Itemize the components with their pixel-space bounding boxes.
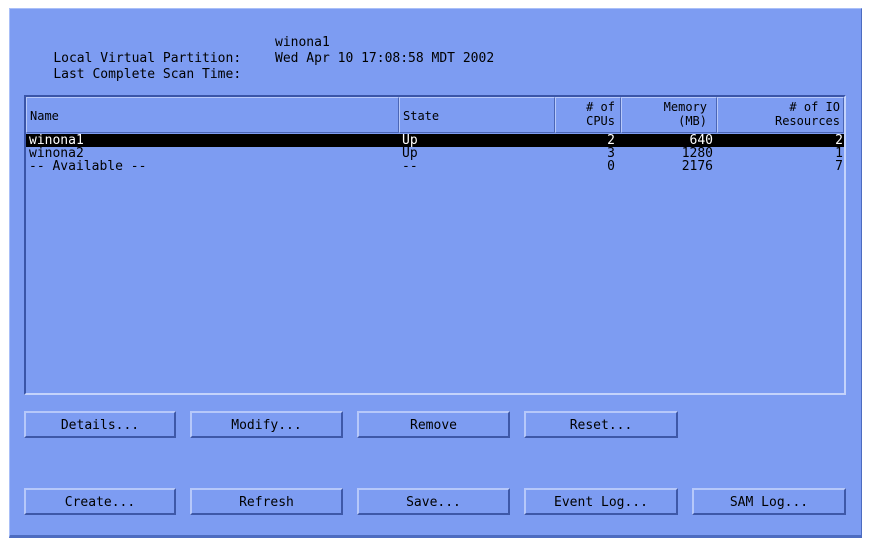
row-cpus: 0 xyxy=(607,159,615,174)
column-header-name[interactable]: Name xyxy=(26,97,399,133)
scan-time-value: Wed Apr 10 17:08:58 MDT 2002 xyxy=(275,51,495,66)
column-header-state[interactable]: State xyxy=(399,97,555,133)
row-memory: 2176 xyxy=(681,159,713,174)
column-name-label: Name xyxy=(30,109,59,123)
column-cpus-label-2: CPUs xyxy=(586,114,615,128)
sam-log-button[interactable]: SAM Log... xyxy=(692,488,846,515)
column-state-label: State xyxy=(403,109,440,123)
partition-table[interactable]: Name State # of CPUs Memory (MB) # of IO… xyxy=(24,95,846,395)
create-button[interactable]: Create... xyxy=(24,488,176,515)
event-log-button[interactable]: Event Log... xyxy=(524,488,678,515)
save-button[interactable]: Save... xyxy=(357,488,510,515)
column-cpus-label-1: # of xyxy=(586,100,615,114)
table-row[interactable]: -- Available -- -- 0 2176 7 xyxy=(26,160,844,173)
table-row[interactable]: winona1 Up 2 640 2 xyxy=(26,134,844,147)
column-io-label-1: # of IO xyxy=(789,100,840,114)
row-name: -- Available -- xyxy=(29,159,147,174)
column-header-io[interactable]: # of IO Resources xyxy=(717,97,844,133)
column-memory-label-1: Memory xyxy=(663,100,707,114)
details-button[interactable]: Details... xyxy=(24,411,176,438)
column-header-memory[interactable]: Memory (MB) xyxy=(621,97,717,133)
scan-time-label: Last Complete Scan Time: xyxy=(53,67,242,82)
modify-button[interactable]: Modify... xyxy=(190,411,343,438)
reset-button[interactable]: Reset... xyxy=(524,411,678,438)
column-header-cpus[interactable]: # of CPUs xyxy=(555,97,621,133)
vpar-main-panel: Local Virtual Partition: winona1 Last Co… xyxy=(9,8,862,538)
row-io: 7 xyxy=(835,159,843,174)
remove-button[interactable]: Remove xyxy=(357,411,510,438)
table-row[interactable]: winona2 Up 3 1280 1 xyxy=(26,147,844,160)
refresh-button[interactable]: Refresh xyxy=(190,488,343,515)
column-io-label-2: Resources xyxy=(774,114,840,128)
partition-value: winona1 xyxy=(275,35,330,50)
column-memory-label-2: (MB) xyxy=(678,114,707,128)
row-state: -- xyxy=(402,159,418,174)
